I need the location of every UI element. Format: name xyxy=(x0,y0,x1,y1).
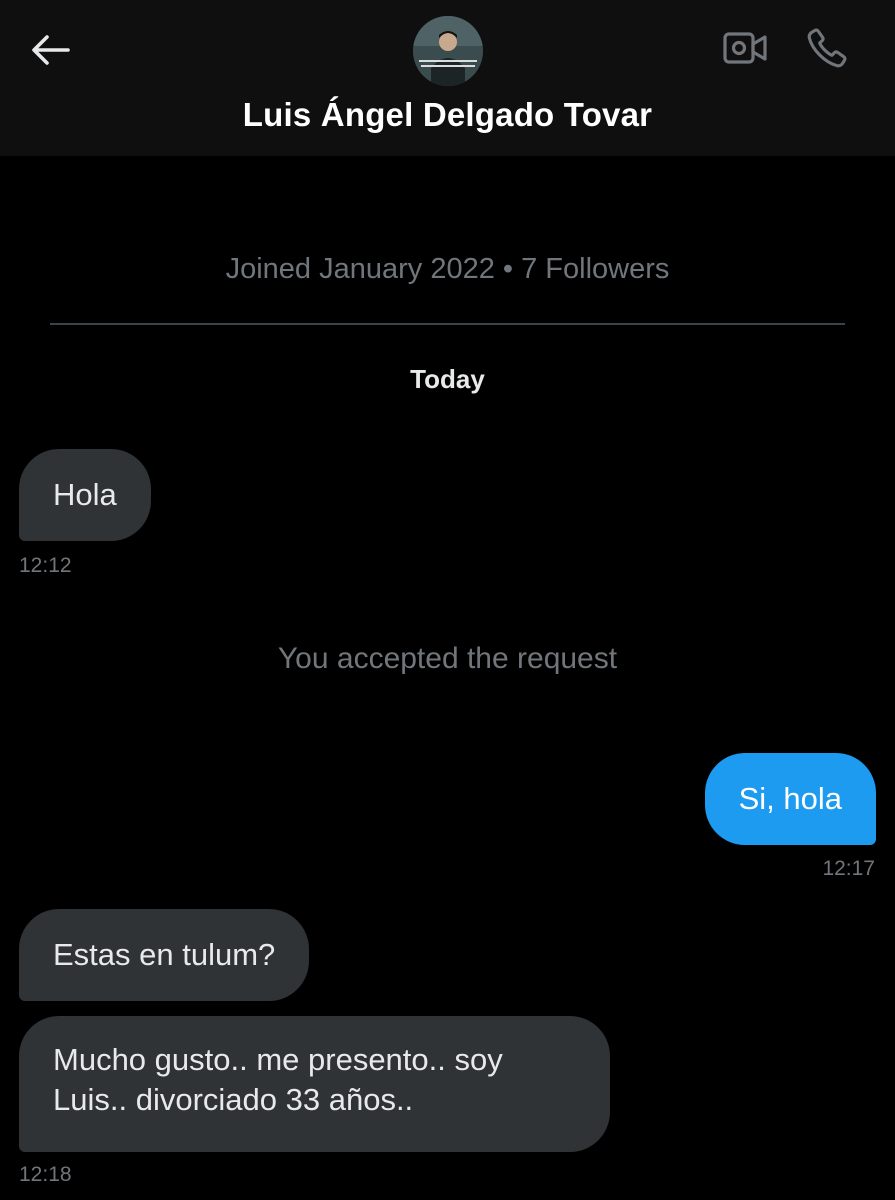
divider xyxy=(50,323,845,325)
date-separator: Today xyxy=(410,364,485,394)
message-bubble-incoming[interactable]: Hola xyxy=(19,449,151,541)
voice-call-button[interactable] xyxy=(800,24,854,76)
message-bubble-incoming[interactable]: Estas en tulum? xyxy=(19,909,310,1001)
message-timestamp: 12:17 xyxy=(822,857,875,880)
message-text: Mucho gusto.. me presento.. soy Luis.. d… xyxy=(53,1042,503,1117)
avatar[interactable] xyxy=(413,16,483,86)
conversation-title: Luis Ángel Delgado Tovar xyxy=(242,96,653,133)
message-text: Si, hola xyxy=(738,781,842,816)
conversation-header: Luis Ángel Delgado Tovar xyxy=(0,0,895,156)
back-button[interactable] xyxy=(26,30,74,74)
arrow-left-icon xyxy=(30,34,70,71)
message-bubble-incoming[interactable]: Mucho gusto.. me presento.. soy Luis.. d… xyxy=(19,1016,610,1152)
message-text: Hola xyxy=(53,477,117,512)
message-text: Estas en tulum? xyxy=(53,937,276,972)
message-timestamp: 12:12 xyxy=(19,554,72,577)
message-timestamp: 12:18 xyxy=(19,1163,72,1186)
message-bubble-outgoing[interactable]: Si, hola xyxy=(704,753,876,845)
video-camera-icon xyxy=(722,30,768,71)
profile-info: Joined January 2022 • 7 Followers xyxy=(225,253,670,285)
phone-icon xyxy=(805,26,849,75)
video-call-button[interactable] xyxy=(718,26,772,74)
system-message: You accepted the request xyxy=(277,642,618,675)
